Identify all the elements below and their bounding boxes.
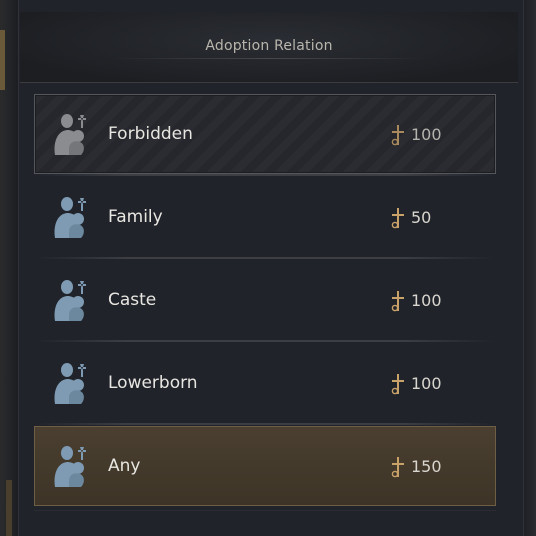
option-cost: 50 bbox=[389, 204, 469, 232]
option-cost: 100 bbox=[389, 121, 469, 149]
cost-value: 100 bbox=[411, 374, 442, 393]
family-adoption-icon bbox=[54, 280, 86, 321]
option-divider bbox=[35, 423, 495, 425]
option-divider bbox=[35, 174, 495, 176]
law-selection-window: Adoption Relation Forbidden 100 Family 5… bbox=[0, 0, 536, 536]
cost-value: 50 bbox=[411, 208, 432, 227]
family-adoption-icon bbox=[54, 197, 86, 238]
option-family[interactable]: Family 50 bbox=[34, 177, 496, 259]
piety-ankh-icon bbox=[391, 125, 404, 146]
cost-value: 150 bbox=[411, 457, 442, 476]
option-label: Family bbox=[108, 207, 163, 227]
option-label: Lowerborn bbox=[108, 373, 198, 393]
background-panel-left bbox=[0, 0, 18, 536]
panel-header: Adoption Relation bbox=[20, 12, 518, 83]
cost-value: 100 bbox=[411, 291, 442, 310]
option-forbidden[interactable]: Forbidden 100 bbox=[34, 94, 496, 176]
option-divider bbox=[35, 340, 495, 342]
header-divider bbox=[110, 58, 428, 59]
option-label: Forbidden bbox=[108, 124, 193, 144]
piety-ankh-icon bbox=[391, 374, 404, 395]
option-label: Caste bbox=[108, 290, 157, 310]
option-cost: 150 bbox=[389, 453, 469, 481]
piety-ankh-icon bbox=[391, 291, 404, 312]
piety-ankh-icon bbox=[391, 457, 404, 478]
background-panel-right bbox=[522, 0, 536, 536]
option-lowerborn[interactable]: Lowerborn 100 bbox=[34, 343, 496, 425]
option-any[interactable]: Any 150 bbox=[34, 426, 496, 506]
cost-value: 100 bbox=[411, 125, 442, 144]
option-cost: 100 bbox=[389, 370, 469, 398]
list-bottom-divider bbox=[34, 510, 496, 511]
piety-ankh-icon bbox=[391, 208, 404, 229]
family-adoption-icon bbox=[54, 114, 86, 155]
option-caste[interactable]: Caste 100 bbox=[34, 260, 496, 342]
background-frame-notch bbox=[0, 30, 5, 90]
panel-title: Adoption Relation bbox=[205, 38, 333, 54]
family-adoption-icon bbox=[54, 446, 86, 487]
option-cost: 100 bbox=[389, 287, 469, 315]
family-adoption-icon bbox=[54, 363, 86, 404]
option-label: Any bbox=[108, 456, 141, 476]
option-divider bbox=[35, 257, 495, 259]
background-frame-notch-lower bbox=[6, 480, 12, 536]
